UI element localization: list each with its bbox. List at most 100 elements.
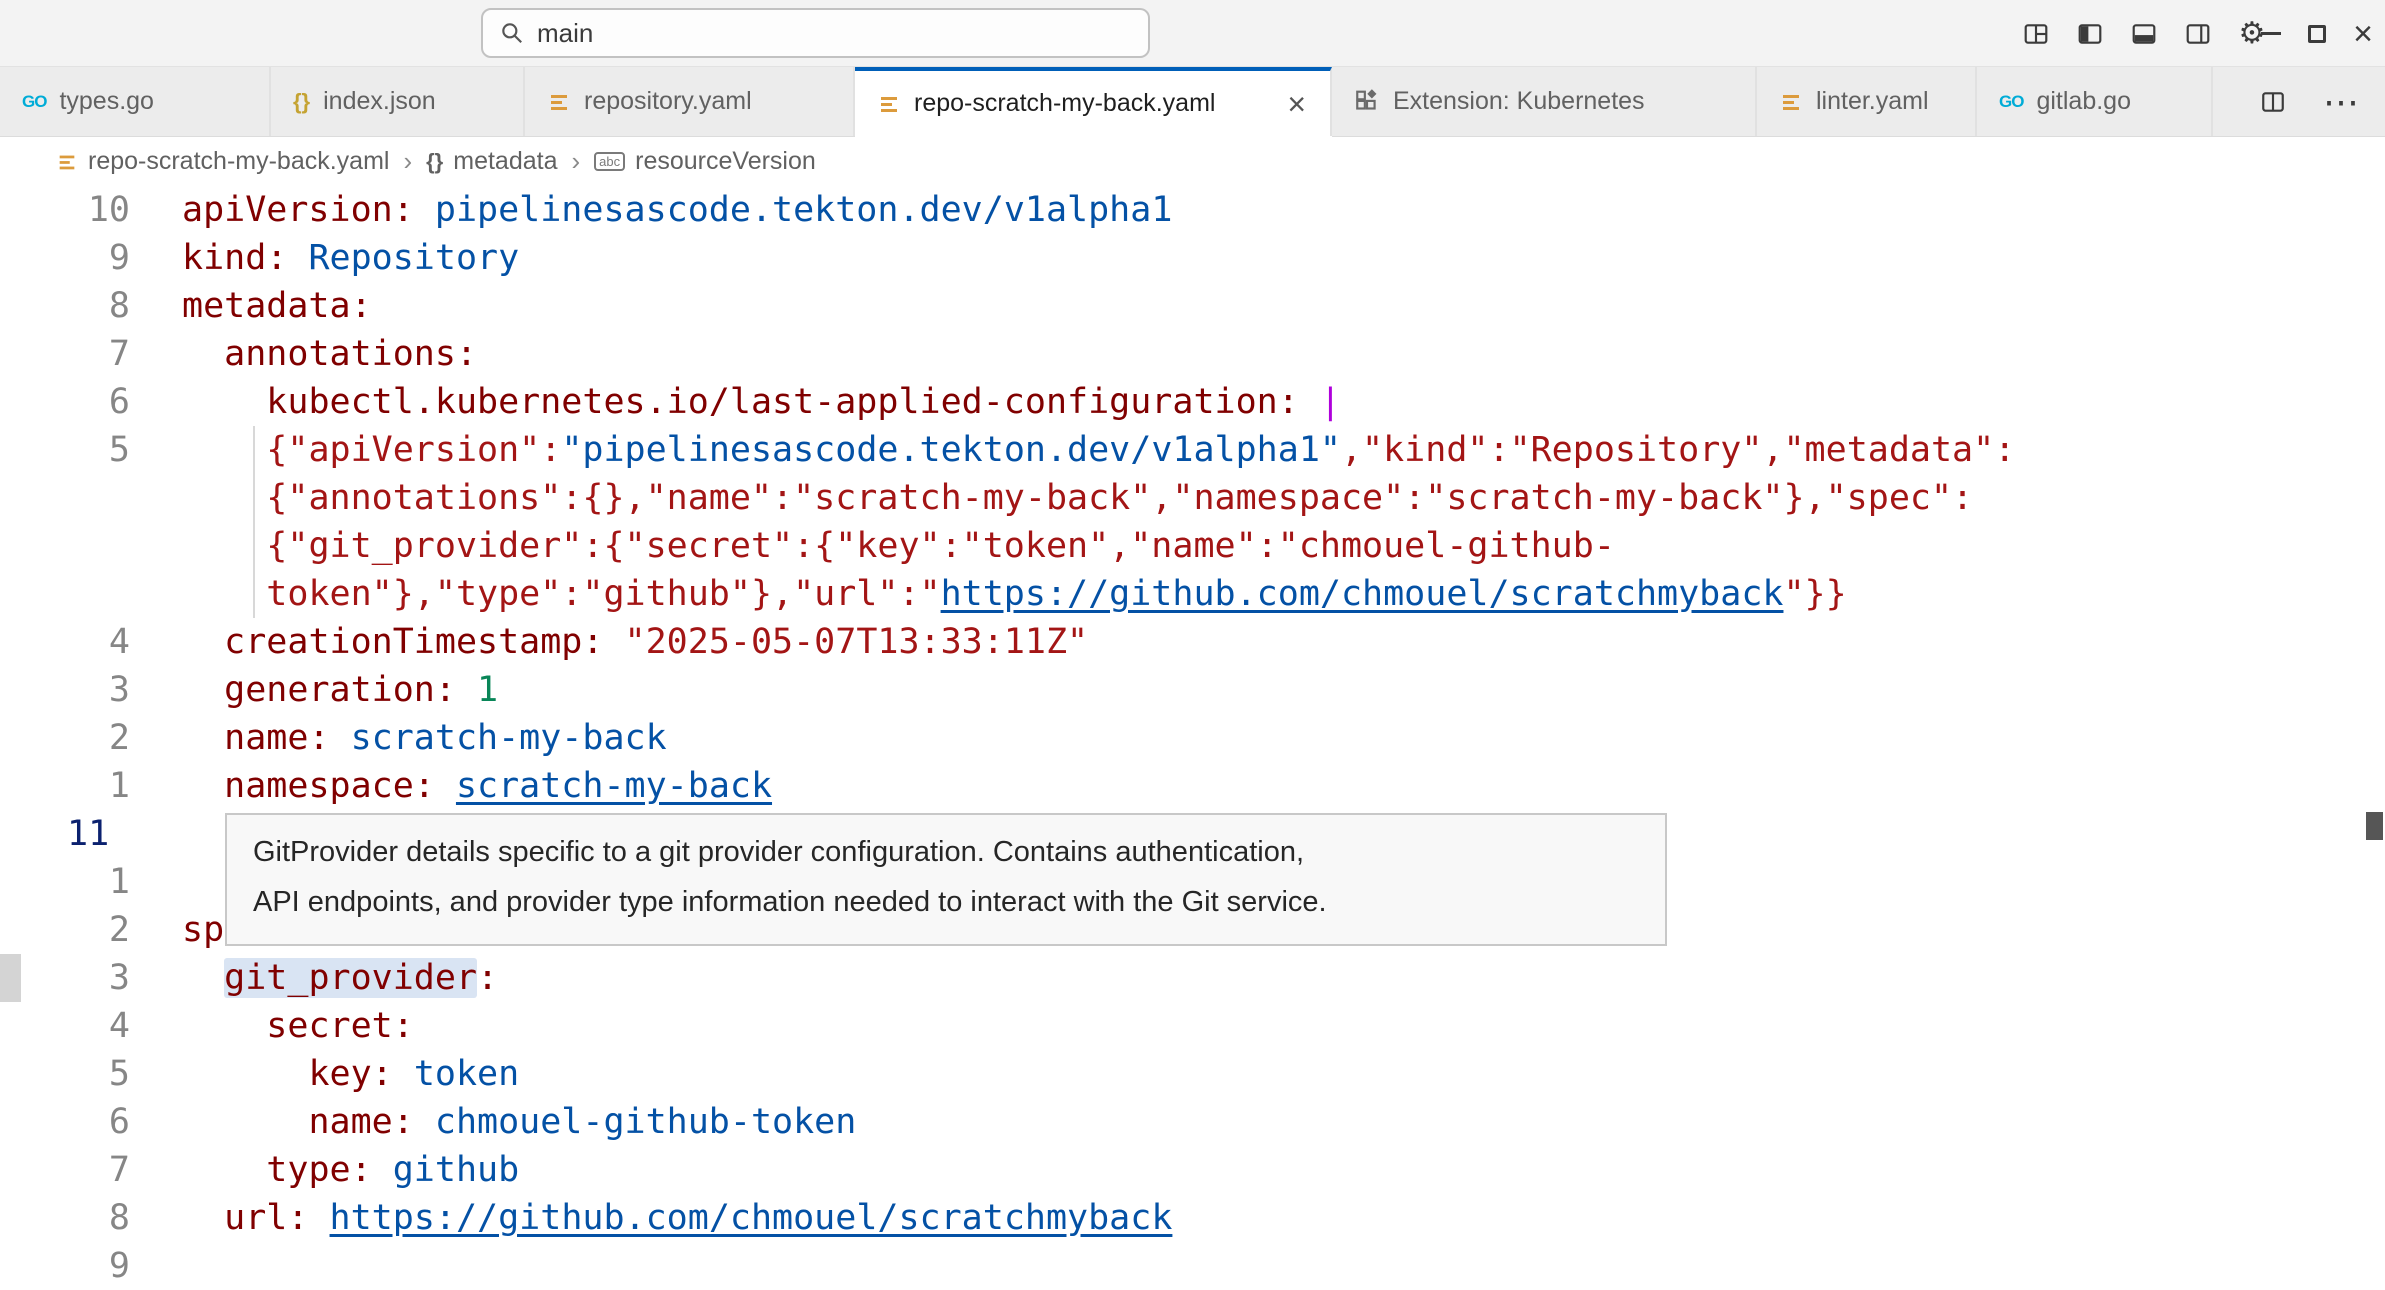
more-actions-icon[interactable]: ⋯ [2323,84,2359,120]
command-center-text: main [537,18,593,49]
code-link[interactable]: scratch-my-back [456,766,772,806]
code-token: scratch-my-back [351,718,667,758]
command-center[interactable]: main [481,8,1150,58]
tab-gitlab-go[interactable]: GO gitlab.go [1977,67,2213,136]
code-line[interactable]: 8metadata: [0,282,2385,330]
code-line[interactable]: 4 secret: [0,1002,2385,1050]
line-number: 7 [0,330,182,378]
code-token [182,1054,308,1094]
editor-tab-strip: GO types.go {} index.json repository.yam… [0,67,2385,137]
tab-label: Extension: Kubernetes [1393,87,1645,116]
code-token [182,1102,308,1142]
code-token: pipelinesascode.tekton.dev/v1alpha1 [435,190,1173,230]
code-line-content: generation: 1 [182,666,2385,714]
code-link[interactable]: https://github.com/chmouel/scratchmyback [941,574,1784,614]
split-editor-icon[interactable] [2259,89,2287,115]
code-token [182,1150,266,1190]
code-line[interactable]: 2 name: scratch-my-back [0,714,2385,762]
code-token [182,670,224,710]
code-line[interactable]: {"annotations":{},"name":"scratch-my-bac… [0,474,2385,522]
toggle-secondary-sidebar-icon[interactable] [2183,19,2213,49]
line-number: 6 [0,1098,182,1146]
code-line[interactable]: token"},"type":"github"},"url":"https://… [0,570,2385,618]
code-line[interactable]: 5 key: token [0,1050,2385,1098]
minimize-button[interactable] [2257,20,2285,48]
code-token: github [393,1150,519,1190]
code-line[interactable]: 1 namespace: scratch-my-back [0,762,2385,810]
code-line[interactable]: {"git_provider":{"secret":{"key":"token"… [0,522,2385,570]
code-link[interactable]: https://github.com/chmouel/scratchmyback [330,1198,1173,1238]
code-token [414,1102,435,1142]
editor-lines: 10apiVersion: pipelinesascode.tekton.dev… [0,186,2385,1290]
code-line[interactable]: 3 git_provider: [0,954,2385,1002]
tab-strip-actions: ⋯ [2233,67,2385,136]
code-token: token [414,1054,519,1094]
code-line[interactable]: 9 [0,1242,2385,1290]
tab-extension-kubernetes[interactable]: Extension: Kubernetes [1332,67,1757,136]
indent-guide [253,474,255,522]
code-line[interactable]: 3 generation: 1 [0,666,2385,714]
tab-linter-yaml[interactable]: linter.yaml [1757,67,1977,136]
tab-repo-scratch-my-back-yaml[interactable]: repo-scratch-my-back.yaml × [855,67,1332,136]
tab-index-json[interactable]: {} index.json [271,67,525,136]
indent-guide [253,426,255,474]
go-icon: GO [22,92,46,112]
code-token: {"apiVersion": [266,430,561,470]
breadcrumb-label: resourceVersion [635,147,816,176]
code-token: creationTimestamp: [224,622,603,662]
code-token [287,238,308,278]
customize-layout-icon[interactable] [2021,19,2051,49]
tab-label: types.go [59,87,154,116]
breadcrumb-separator: › [572,146,581,177]
go-icon: GO [1999,92,2023,112]
yaml-icon [1779,90,1803,114]
code-token [182,958,224,998]
line-number: 9 [0,234,182,282]
code-token: key: [308,1054,392,1094]
breadcrumb-item-metadata[interactable]: {} metadata [426,147,557,176]
indent-guide [253,570,255,618]
code-token [308,1198,329,1238]
code-token: "2025-05-07T13:33:11Z" [625,622,1089,662]
title-bar: main ⚙ × [0,0,2385,67]
scrollbar-thumb[interactable] [2366,812,2383,840]
tab-repository-yaml[interactable]: repository.yaml [525,67,855,136]
line-number: 3 [0,666,182,714]
code-token: git_provider [224,958,477,998]
code-token: secret: [266,1006,414,1046]
code-line[interactable]: 6 name: chmouel-github-token [0,1098,2385,1146]
code-line[interactable]: 9kind: Repository [0,234,2385,282]
code-token [603,622,624,662]
toggle-panel-icon[interactable] [2129,19,2159,49]
close-window-button[interactable]: × [2349,20,2377,48]
breadcrumb-item-resourceversion[interactable]: abc resourceVersion [594,147,816,176]
tab-types-go[interactable]: GO types.go [0,67,271,136]
indent-guide [253,522,255,570]
close-tab-icon[interactable]: × [1285,88,1308,120]
line-number: 8 [0,1194,182,1242]
code-line[interactable]: 8 url: https://github.com/chmouel/scratc… [0,1194,2385,1242]
line-number: 3 [0,954,182,1002]
code-line[interactable]: 7 type: github [0,1146,2385,1194]
code-line[interactable]: 5 {"apiVersion":"pipelinesascode.tekton.… [0,426,2385,474]
code-line[interactable]: 6 kubectl.kubernetes.io/last-applied-con… [0,378,2385,426]
code-token [182,1198,224,1238]
code-token [182,814,224,854]
code-token [182,382,266,422]
code-line-content: apiVersion: pipelinesascode.tekton.dev/v… [182,186,2385,234]
code-line[interactable]: 10apiVersion: pipelinesascode.tekton.dev… [0,186,2385,234]
line-number: 8 [0,282,182,330]
code-token: | [1320,382,1341,422]
line-number: 1 [0,858,182,906]
breadcrumb-item-file[interactable]: repo-scratch-my-back.yaml [56,147,389,176]
code-token: kubectl.kubernetes.io/last-applied-confi… [266,382,1299,422]
code-line[interactable]: 4 creationTimestamp: "2025-05-07T13:33:1… [0,618,2385,666]
code-token [182,718,224,758]
toggle-primary-sidebar-icon[interactable] [2075,19,2105,49]
line-number [0,474,182,522]
code-line-content: creationTimestamp: "2025-05-07T13:33:11Z… [182,618,2385,666]
window-controls: × [2257,0,2377,67]
code-line[interactable]: 7 annotations: [0,330,2385,378]
maximize-button[interactable] [2303,20,2331,48]
code-line-content: git_provider: [182,954,2385,1002]
